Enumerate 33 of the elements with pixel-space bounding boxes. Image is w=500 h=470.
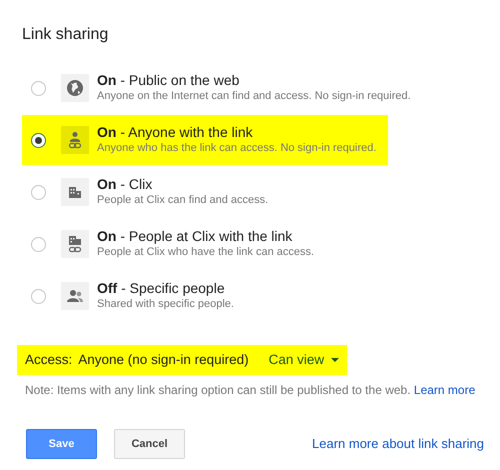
option-label: On - Public on the web — [97, 72, 240, 88]
access-label: Access: — [25, 350, 72, 369]
option-description: Anyone on the Internet can find and access. No sign-in required. — [97, 89, 411, 104]
option-description: Anyone who has the link can access. No sign-in required. — [97, 141, 376, 156]
option-row[interactable]: Off - Specific people Shared with specific people. — [22, 271, 388, 321]
globe-icon — [66, 79, 84, 97]
people-icon — [66, 287, 84, 305]
person-link-icon — [66, 131, 84, 149]
dialog-title: Link sharing — [22, 25, 110, 45]
radio-button[interactable] — [31, 132, 46, 148]
cancel-button[interactable]: Cancel — [114, 429, 185, 459]
option-description: People at Clix who have the link can access. — [97, 245, 314, 260]
option-label: On - Anyone with the link — [97, 124, 254, 140]
option-description: People at Clix can find and access. — [97, 193, 268, 208]
option-row[interactable]: On - Public on the web Anyone on the Internet can find and access. No sign-in required. — [22, 63, 411, 113]
access-value: Anyone (no sign-in required) — [78, 350, 249, 369]
option-row[interactable]: On - Clix People at Clix can find and access. — [22, 167, 388, 217]
building-link-icon — [66, 235, 84, 253]
option-label: Off - Specific people — [97, 280, 226, 296]
learn-more-link[interactable]: Learn more — [414, 383, 476, 397]
option-label: On - Clix — [97, 176, 154, 192]
option-row[interactable]: On - People at Clix with the link People at Clix who have the link can access. — [22, 219, 388, 269]
radio-button[interactable] — [31, 236, 46, 252]
radio-button[interactable] — [31, 80, 46, 96]
permission-dropdown[interactable]: Can view — [268, 350, 340, 370]
note-text: Note: Items with any link sharing option can still be published to the web. — [25, 383, 412, 397]
radio-button[interactable] — [31, 184, 46, 200]
caret-icon — [331, 358, 340, 362]
learn-more-link[interactable]: Learn more about link sharing — [312, 434, 484, 454]
radio-button[interactable] — [31, 288, 46, 304]
option-row[interactable]: On - Anyone with the link Anyone who has the link can access. No sign-in required. — [22, 115, 388, 165]
option-label: On - People at Clix with the link — [97, 228, 294, 244]
option-description: Shared with specific people. — [97, 297, 234, 312]
